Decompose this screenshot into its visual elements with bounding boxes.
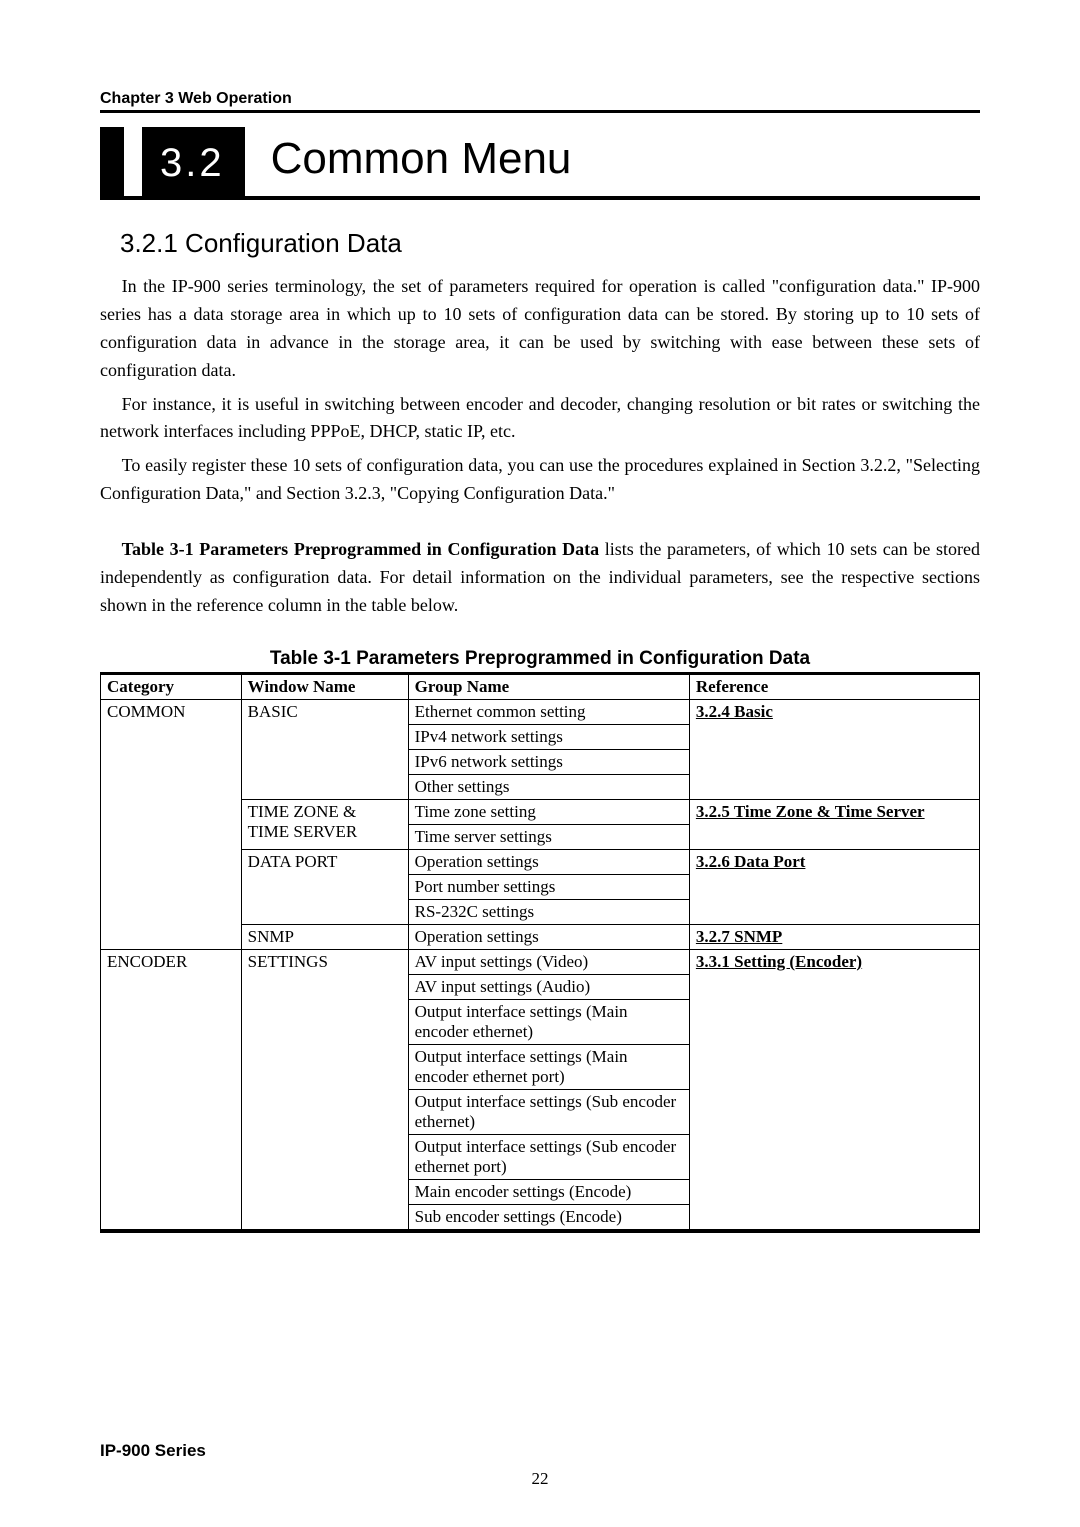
table-row: ENCODER SETTINGS AV input settings (Vide… (101, 949, 980, 974)
table-row: COMMON BASIC Ethernet common setting 3.2… (101, 699, 980, 724)
col-group: Group Name (408, 675, 689, 700)
footer-page-number: 22 (100, 1469, 980, 1489)
cell-group: AV input settings (Video) (408, 949, 689, 974)
section-title: Common Menu (271, 127, 572, 196)
chapter-header: Chapter 3 Web Operation (100, 90, 980, 113)
cell-group: Other settings (408, 774, 689, 799)
ref-link-encoder[interactable]: 3.3.1 Setting (Encoder) (696, 952, 862, 971)
cell-category-common: COMMON (101, 699, 242, 949)
paragraph-1-text: In the IP-900 series terminology, the se… (100, 276, 980, 380)
paragraph-3: To easily register these 10 sets of conf… (100, 452, 980, 508)
col-reference: Reference (689, 675, 979, 700)
ref-link-dataport[interactable]: 3.2.6 Data Port (696, 852, 806, 871)
ref-link-snmp[interactable]: 3.2.7 SNMP (696, 927, 782, 946)
parameters-table: Category Window Name Group Name Referenc… (100, 675, 980, 1230)
cell-category-encoder: ENCODER (101, 949, 242, 1229)
cell-group: AV input settings (Audio) (408, 974, 689, 999)
table-caption: Table 3-1 Parameters Preprogrammed in Co… (100, 648, 980, 670)
paragraph-1: In the IP-900 series terminology, the se… (100, 273, 980, 385)
table-header-row: Category Window Name Group Name Referenc… (101, 675, 980, 700)
subsection-title: 3.2.1 Configuration Data (120, 228, 980, 259)
cell-window-basic: BASIC (241, 699, 408, 799)
cell-group: Sub encoder settings (Encode) (408, 1204, 689, 1229)
cell-ref-basic: 3.2.4 Basic (689, 699, 979, 799)
cell-window-timezone: TIME ZONE & TIME SERVER (241, 799, 408, 849)
cell-group: Output interface settings (Sub encoder e… (408, 1134, 689, 1179)
cell-group: Output interface settings (Sub encoder e… (408, 1089, 689, 1134)
paragraph-4: Table 3-1 Parameters Preprogrammed in Co… (100, 536, 980, 620)
ref-link-basic[interactable]: 3.2.4 Basic (696, 702, 773, 721)
cell-group: IPv6 network settings (408, 749, 689, 774)
footer: IP-900 Series 22 (100, 1441, 980, 1489)
cell-group: Main encoder settings (Encode) (408, 1179, 689, 1204)
cell-group: Operation settings (408, 849, 689, 874)
paragraph-2: For instance, it is useful in switching … (100, 391, 980, 447)
cell-group: Operation settings (408, 924, 689, 949)
cell-group: IPv4 network settings (408, 724, 689, 749)
cell-ref-timezone: 3.2.5 Time Zone & Time Server (689, 799, 979, 849)
paragraph-2-text: For instance, it is useful in switching … (100, 394, 980, 442)
cell-group: Output interface settings (Main encoder … (408, 1044, 689, 1089)
cell-group: Port number settings (408, 874, 689, 899)
section-heading: 3.2 Common Menu (100, 127, 980, 200)
cell-window-settings: SETTINGS (241, 949, 408, 1229)
cell-ref-dataport: 3.2.6 Data Port (689, 849, 979, 924)
cell-group: Time zone setting (408, 799, 689, 824)
footer-series: IP-900 Series (100, 1441, 980, 1461)
cell-group: RS-232C settings (408, 899, 689, 924)
cell-group: Output interface settings (Main encoder … (408, 999, 689, 1044)
page: Chapter 3 Web Operation 3.2 Common Menu … (0, 0, 1080, 1527)
col-window: Window Name (241, 675, 408, 700)
cell-ref-snmp: 3.2.7 SNMP (689, 924, 979, 949)
cell-group: Ethernet common setting (408, 699, 689, 724)
cell-window-snmp: SNMP (241, 924, 408, 949)
cell-window-dataport: DATA PORT (241, 849, 408, 924)
cell-ref-encoder: 3.3.1 Setting (Encoder) (689, 949, 979, 1229)
paragraph-4-boldref: Table 3-1 Parameters Preprogrammed in Co… (122, 539, 600, 559)
section-number: 3.2 (142, 127, 245, 196)
ref-link-timezone[interactable]: 3.2.5 Time Zone & Time Server (696, 802, 925, 821)
cell-group: Time server settings (408, 824, 689, 849)
col-category: Category (101, 675, 242, 700)
table-wrap: Category Window Name Group Name Referenc… (100, 672, 980, 1233)
section-stripe (100, 127, 124, 196)
paragraph-3-text: To easily register these 10 sets of conf… (100, 455, 980, 503)
